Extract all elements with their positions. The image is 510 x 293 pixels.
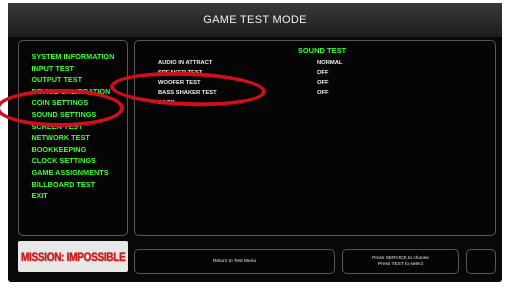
menu-item-billboard-test[interactable]: BILLBOARD TEST <box>19 179 123 191</box>
menu-item-clock-settings[interactable]: CLOCK SETTINGS <box>19 155 123 167</box>
menu-item-system-information[interactable]: SYSTEM INFORMATION <box>19 51 123 63</box>
menu-item-output-test[interactable]: OUTPUT TEST <box>19 74 123 86</box>
sound-test-panel: SOUND TEST AUDIO IN ATTRACT NORMAL SPEAK… <box>134 40 496 236</box>
sound-option-value: OFF <box>317 90 329 96</box>
logo-text: MISSION: IMPOSSIBLE <box>20 249 126 264</box>
instruction-line: Press TEST to select <box>378 261 423 267</box>
sound-option-row[interactable]: AUDIO IN ATTRACT NORMAL <box>135 58 495 68</box>
game-logo: MISSION: IMPOSSIBLE <box>18 241 128 272</box>
sound-option-value: OFF <box>317 80 329 86</box>
footer-empty-panel <box>466 249 496 274</box>
menu-item-bookkeeping[interactable]: BOOKKEEPING <box>19 144 123 156</box>
menu-item-network-test[interactable]: NETWORK TEST <box>19 132 123 144</box>
menu-item-input-test[interactable]: INPUT TEST <box>19 63 123 75</box>
sound-test-title: SOUND TEST <box>297 46 347 55</box>
page-title: GAME TEST MODE <box>8 3 502 37</box>
sound-option-value: NORMAL <box>317 60 343 66</box>
test-mode-screen: GAME TEST MODE SYSTEM INFORMATION INPUT … <box>8 3 502 282</box>
test-menu: SYSTEM INFORMATION INPUT TEST OUTPUT TES… <box>18 40 128 236</box>
menu-item-exit[interactable]: EXIT <box>19 190 123 202</box>
footer-instructions-panel: Press SERVICE to choose Press TEST to se… <box>342 249 459 274</box>
footer-return-panel: Return to Test Menu <box>134 249 335 274</box>
menu-item-game-assignments[interactable]: GAME ASSIGNMENTS <box>19 167 123 179</box>
annotation-circle-sound-settings <box>0 89 124 127</box>
sound-option-value: OFF <box>317 70 329 76</box>
return-to-menu-text: Return to Test Menu <box>212 258 257 264</box>
sound-option-label: AUDIO IN ATTRACT <box>158 60 213 66</box>
